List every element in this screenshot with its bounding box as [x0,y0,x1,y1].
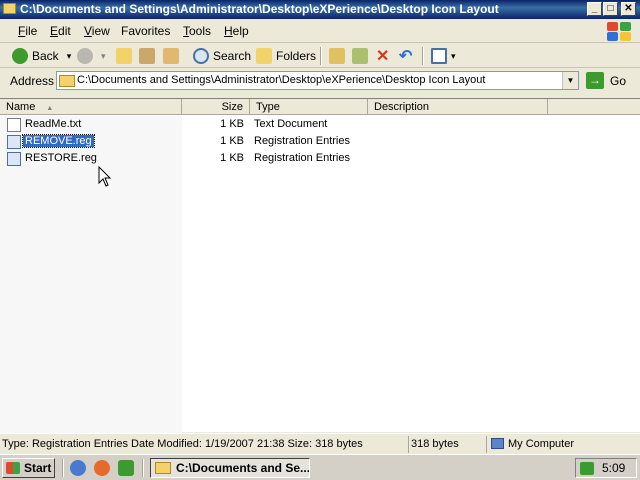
undo-icon: ↶ [399,48,413,65]
back-arrow-icon [12,48,28,64]
file-type: Registration Entries [254,135,350,147]
address-label: Address [10,74,55,88]
delete-toolbar-button[interactable] [163,47,183,65]
move-to-icon [329,48,345,64]
windows-logo-icon [606,21,632,41]
menu-file[interactable]: File [18,24,37,38]
media-player-quicklaunch-icon[interactable] [94,460,110,476]
up-button[interactable] [116,47,136,65]
search-button[interactable]: Search [193,47,251,65]
close-button[interactable]: ✕ [621,2,636,16]
menu-bar: File Edit View Favorites Tools Help [0,19,640,43]
back-dropdown-icon[interactable]: ▾ [67,51,72,62]
menu-edit[interactable]: Edit [50,24,71,38]
folders-button[interactable]: Folders [256,47,316,65]
ie-quicklaunch-icon[interactable] [70,460,86,476]
taskbar: Start C:\Documents and Se... 5:09 [0,454,640,480]
status-size: 318 bytes [408,436,486,453]
address-dropdown-icon[interactable]: ▼ [562,72,578,89]
file-size: 1 KB [220,118,244,130]
column-header-name[interactable]: Name ▲ [0,99,182,115]
column-header-description[interactable]: Description [368,99,548,115]
file-name: ReadMe.txt [25,118,82,130]
folder-icon [59,75,75,87]
file-size: 1 KB [220,135,244,147]
move-button[interactable] [139,47,159,65]
toolbar: Back ▾ ▾ Search Folders ✕ ↶ ▾ [0,44,640,68]
mouse-pointer-icon [98,166,112,187]
file-name: RESTORE.reg [25,152,97,164]
forward-button[interactable]: ▾ [77,47,106,65]
magnifier-icon [193,48,209,64]
file-row-restore[interactable]: RESTORE.reg 1 KB Registration Entries [0,151,640,168]
menu-help[interactable]: Help [224,24,249,38]
forward-arrow-icon [77,48,93,64]
address-text: C:\Documents and Settings\Administrator\… [77,74,486,86]
column-header-size[interactable]: Size [182,99,250,115]
file-list-view[interactable]: Name ▲ Size Type Description ReadMe.txt … [0,98,640,433]
network-tray-icon[interactable] [580,461,594,475]
clock[interactable]: 5:09 [602,461,625,475]
go-button[interactable]: → Go [586,72,626,89]
folder-icon [3,3,16,14]
views-icon [431,48,447,64]
status-details: Type: Registration Entries Date Modified… [2,438,363,450]
file-type: Text Document [254,118,328,130]
minimize-button[interactable]: _ [587,2,602,16]
undo-button[interactable]: ↶ [399,47,412,65]
file-type: Registration Entries [254,152,350,164]
title-bar[interactable]: C:\Documents and Settings\Administrator\… [0,0,640,19]
my-computer-icon [491,438,504,449]
status-zone: My Computer [486,436,640,453]
delete-button[interactable]: ✕ [376,47,389,65]
file-name: REMOVE.reg [22,134,95,148]
back-button[interactable]: Back ▾ [12,47,71,65]
show-desktop-quicklaunch-icon[interactable] [118,460,134,476]
copy-to-icon [352,48,368,64]
folders-icon [256,48,272,64]
folder-icon [155,462,171,474]
address-input[interactable]: C:\Documents and Settings\Administrator\… [56,71,579,90]
copy-to-button[interactable] [352,47,372,65]
system-tray: 5:09 [575,458,637,478]
column-header-type[interactable]: Type [250,99,368,115]
windows-flag-icon [6,462,20,474]
registry-file-icon [7,135,21,149]
text-file-icon [7,118,21,132]
forward-dropdown-icon[interactable]: ▾ [101,51,106,62]
menu-tools[interactable]: Tools [183,24,211,38]
file-row-readme[interactable]: ReadMe.txt 1 KB Text Document [0,117,640,134]
file-row-remove[interactable]: REMOVE.reg 1 KB Registration Entries [0,134,640,151]
views-button[interactable]: ▾ [431,47,456,65]
taskbar-window-explorer[interactable]: C:\Documents and Se... [150,458,310,478]
delete-file-icon [163,48,179,64]
file-size: 1 KB [220,152,244,164]
address-bar: Address C:\Documents and Settings\Admini… [0,69,640,93]
views-dropdown-icon: ▾ [451,50,456,61]
registry-file-icon [7,152,21,166]
column-header-filler [548,99,640,115]
maximize-button[interactable]: □ [603,2,618,16]
status-bar: Type: Registration Entries Date Modified… [0,433,640,453]
start-button[interactable]: Start [2,458,55,478]
move-to-button[interactable] [329,47,349,65]
menu-view[interactable]: View [84,24,110,38]
delete-x-icon: ✕ [376,48,390,65]
window-title: C:\Documents and Settings\Administrator\… [20,2,499,16]
up-folder-icon [116,48,132,64]
menu-favorites[interactable]: Favorites [121,24,170,38]
sort-ascending-icon: ▲ [46,105,54,112]
move-icon [139,48,155,64]
go-arrow-icon: → [586,72,604,89]
